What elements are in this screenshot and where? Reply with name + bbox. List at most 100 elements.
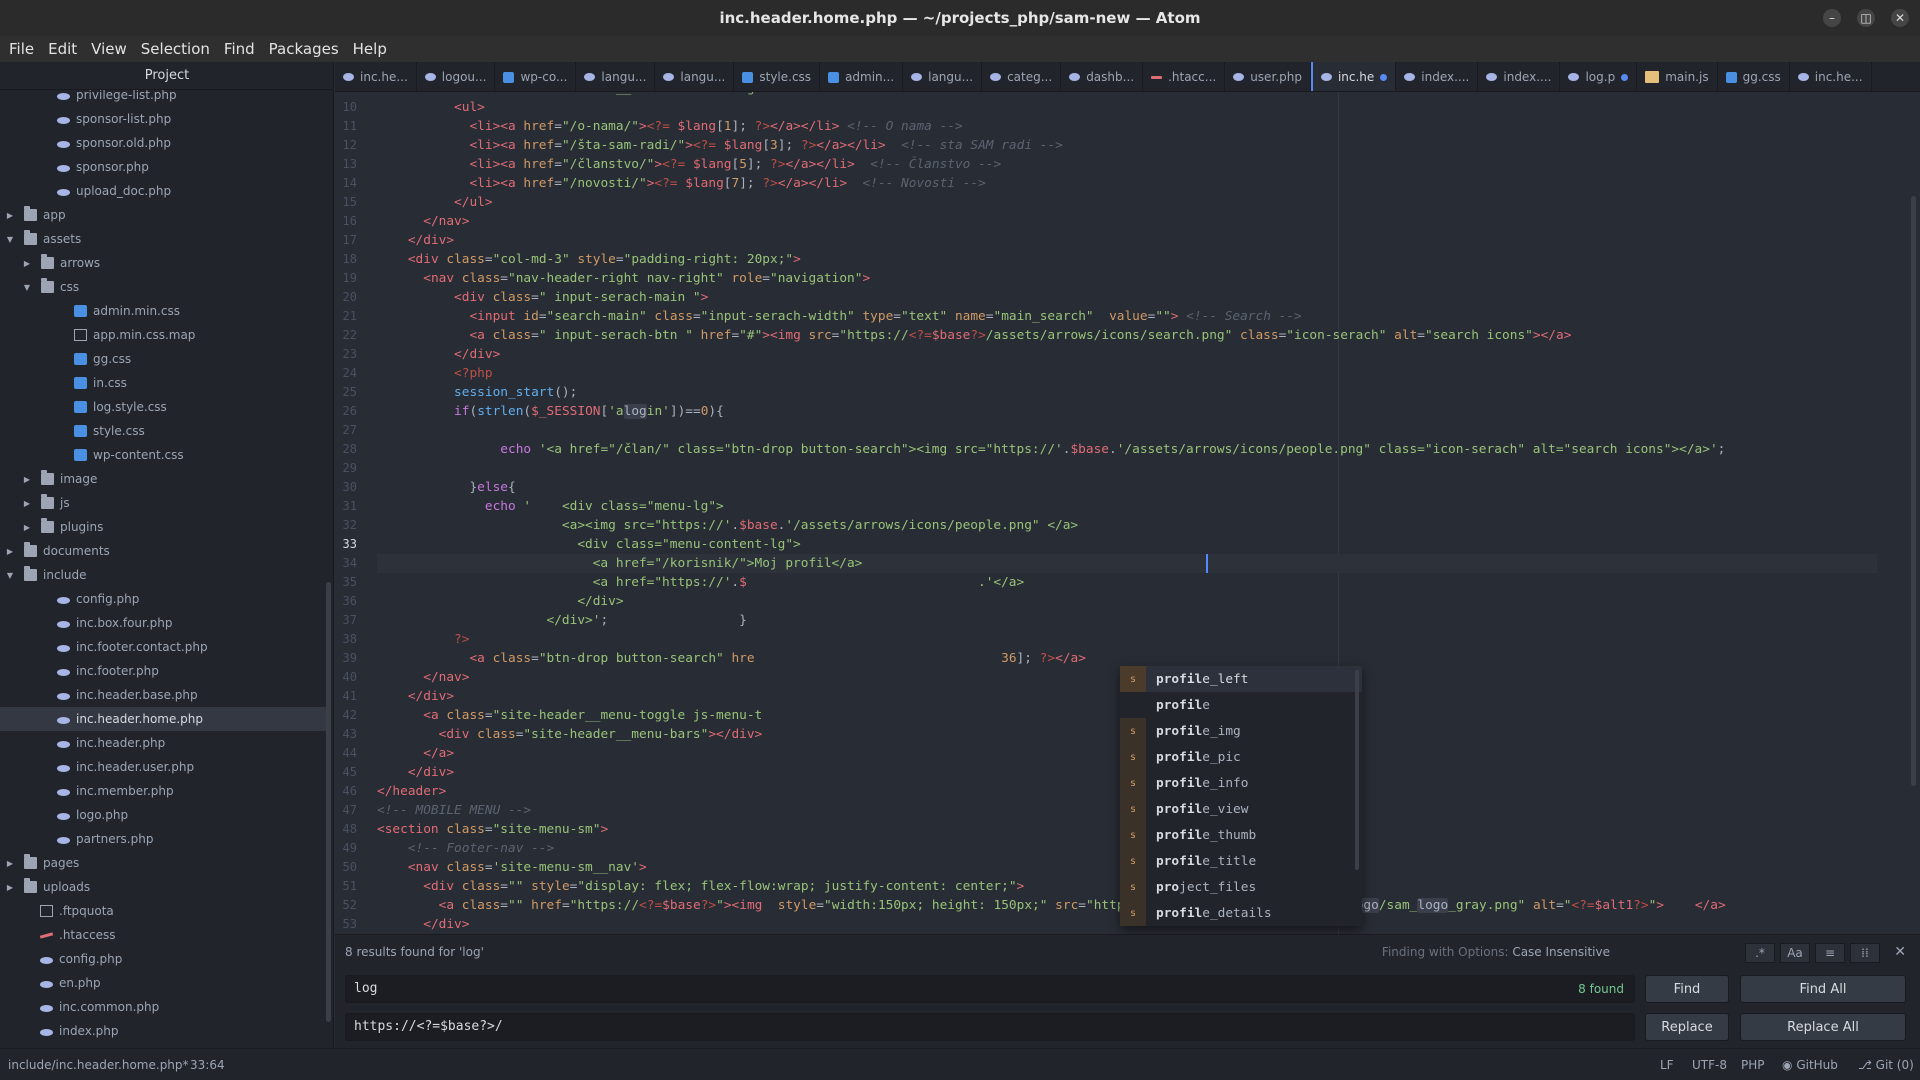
autocomplete-item[interactable]: s profil e_details <box>1120 900 1362 926</box>
code-line[interactable]: <a href="https://'.$ .'</a> <box>377 573 1025 592</box>
code-line[interactable]: echo ' <div class="menu-lg"> <box>377 497 724 516</box>
regex-option-button[interactable]: .* <box>1745 943 1775 963</box>
tree-file[interactable]: config.php <box>0 587 326 611</box>
code-line[interactable]: <!-- MOBILE MENU --> <box>377 801 531 820</box>
tree-file[interactable]: .ftpquota <box>0 899 326 923</box>
code-line[interactable]: ?> <box>377 630 469 649</box>
tab[interactable]: wp-co... <box>495 62 577 91</box>
code-line[interactable]: <section class="site-menu-sm"> <box>377 820 608 839</box>
chevron-right-icon[interactable]: ▶ <box>4 859 16 868</box>
replace-input[interactable]: https://<?=$base?>/ <box>345 1013 1635 1041</box>
tree-folder[interactable]: ▶ documents <box>0 539 326 563</box>
code-line[interactable]: <a class="btn-drop button-search" hre 36… <box>377 649 1085 668</box>
code-line[interactable]: <div class="menu-content-lg"> <box>377 535 800 554</box>
replace-all-button[interactable]: Replace All <box>1740 1013 1906 1041</box>
tree-file[interactable]: upload_doc.php <box>0 179 326 203</box>
tab[interactable]: langu... <box>903 62 983 91</box>
code-line[interactable]: </div> <box>377 592 623 611</box>
code-line[interactable]: <a class=" input-serach-btn " href="#"><… <box>377 326 1571 345</box>
code-line[interactable]: </a> <box>377 744 454 763</box>
code-line[interactable]: <a class="" href="https://<?=$base?>"><i… <box>377 896 1726 915</box>
tab[interactable]: logou... <box>417 62 496 91</box>
tab[interactable]: log.p <box>1560 62 1638 91</box>
status-cursor-position[interactable]: 33:64 <box>190 1058 225 1072</box>
tree-file[interactable]: sponsor.php <box>0 155 326 179</box>
tree-folder[interactable]: ▶ uploads <box>0 875 326 899</box>
tab[interactable]: index.... <box>1478 62 1561 91</box>
tree-folder[interactable]: ▶ arrows <box>0 251 326 275</box>
close-find-icon[interactable]: ✕ <box>1894 944 1906 960</box>
code-line[interactable]: <a class="site-header__menu-toggle js-me… <box>377 706 762 725</box>
chevron-right-icon[interactable]: ▶ <box>21 523 33 532</box>
menu-find[interactable]: Find <box>217 40 262 58</box>
code-line[interactable]: </ul> <box>377 193 493 212</box>
chevron-down-icon[interactable]: ▼ <box>21 283 33 292</box>
tree-scrollbar[interactable] <box>326 582 331 1022</box>
tree-file[interactable]: partners.php <box>0 827 326 851</box>
code-line[interactable]: </header> <box>377 782 446 801</box>
close-icon[interactable]: ✕ <box>1891 9 1909 27</box>
tab[interactable]: index.... <box>1396 62 1479 91</box>
editor-scrollbar[interactable] <box>1911 196 1916 786</box>
tree-file[interactable]: .htaccess <box>0 923 326 947</box>
tab[interactable]: langu... <box>655 62 735 91</box>
status-git[interactable]: ⎇ Git (0) <box>1858 1058 1914 1072</box>
tree-file[interactable]: app.min.css.map <box>0 323 326 347</box>
code-line[interactable]: <div class="" style="display: flex; flex… <box>377 877 1024 896</box>
tab[interactable]: main.js <box>1637 62 1718 91</box>
replace-button[interactable]: Replace <box>1645 1013 1729 1041</box>
tree-file[interactable]: inc.box.four.php <box>0 611 326 635</box>
status-encoding[interactable]: UTF-8 <box>1692 1058 1727 1072</box>
autocomplete-scrollbar[interactable] <box>1355 670 1359 870</box>
autocomplete-item[interactable]: s profil e_pic <box>1120 744 1362 770</box>
status-grammar[interactable]: PHP <box>1741 1058 1765 1072</box>
menu-help[interactable]: Help <box>346 40 394 58</box>
menu-selection[interactable]: Selection <box>134 40 217 58</box>
code-line[interactable]: </nav> <box>377 212 469 231</box>
autocomplete-item[interactable]: s profil e_title <box>1120 848 1362 874</box>
code-line[interactable]: </div>'; } <box>377 611 746 630</box>
maximize-icon[interactable]: ◫ <box>1857 9 1875 27</box>
menu-edit[interactable]: Edit <box>41 40 84 58</box>
code-line[interactable]: if(strlen($_SESSION['alogin'])==0){ <box>377 402 724 421</box>
status-line-ending[interactable]: LF <box>1660 1058 1674 1072</box>
tree-folder[interactable]: ▶ plugins <box>0 515 326 539</box>
code-line[interactable]: <?php <box>377 364 493 383</box>
tree-file[interactable]: index.php <box>0 1019 326 1043</box>
tree-header[interactable]: Project <box>0 62 333 90</box>
case-option-button[interactable]: Aa <box>1780 943 1810 963</box>
tree-file[interactable]: inc.header.php <box>0 731 326 755</box>
tree-folder[interactable]: ▼ include <box>0 563 326 587</box>
tab[interactable]: langu... <box>576 62 656 91</box>
menu-view[interactable]: View <box>84 40 134 58</box>
autocomplete-item[interactable]: s profil e_thumb <box>1120 822 1362 848</box>
chevron-right-icon[interactable]: ▶ <box>4 883 16 892</box>
code-line[interactable]: <div class="col-md-3" style="padding-rig… <box>377 250 801 269</box>
autocomplete-item[interactable]: s profil e_info <box>1120 770 1362 796</box>
chevron-down-icon[interactable]: ▼ <box>4 235 16 244</box>
tree-file[interactable]: admin.min.css <box>0 299 326 323</box>
chevron-right-icon[interactable]: ▶ <box>4 211 16 220</box>
tab[interactable]: user.php <box>1225 62 1311 91</box>
code-line[interactable]: <a href="/korisnik/">Moj profil</a> <box>377 554 863 573</box>
tree-file[interactable]: sponsor.old.php <box>0 131 326 155</box>
status-github[interactable]: ◉ GitHub <box>1782 1058 1838 1072</box>
tree-folder[interactable]: ▶ app <box>0 203 326 227</box>
code-line[interactable]: </div> <box>377 345 500 364</box>
code-line[interactable]: </div> <box>377 231 454 250</box>
chevron-right-icon[interactable]: ▶ <box>4 547 16 556</box>
tab[interactable]: dashb... <box>1061 62 1144 91</box>
tree-file[interactable]: inc.footer.php <box>0 659 326 683</box>
autocomplete-item[interactable]: profil e <box>1120 692 1362 718</box>
find-all-button[interactable]: Find All <box>1740 975 1906 1003</box>
whole-word-option-button[interactable]: ⁞⁞ <box>1850 943 1880 963</box>
code-line[interactable]: <input id="search-main" class="input-ser… <box>377 307 1301 326</box>
autocomplete-item[interactable]: s profil e_left <box>1120 666 1362 692</box>
chevron-right-icon[interactable]: ▶ <box>21 475 33 484</box>
tree-file[interactable]: inc.common.php <box>0 995 326 1019</box>
code-line[interactable]: <nav class='site-menu-sm__nav'> <box>377 858 647 877</box>
tab[interactable]: gg.css <box>1718 62 1790 91</box>
tree-file[interactable]: inc.header.user.php <box>0 755 326 779</box>
tree-file[interactable]: sponsor-list.php <box>0 107 326 131</box>
tree-file[interactable]: inc.header.base.php <box>0 683 326 707</box>
